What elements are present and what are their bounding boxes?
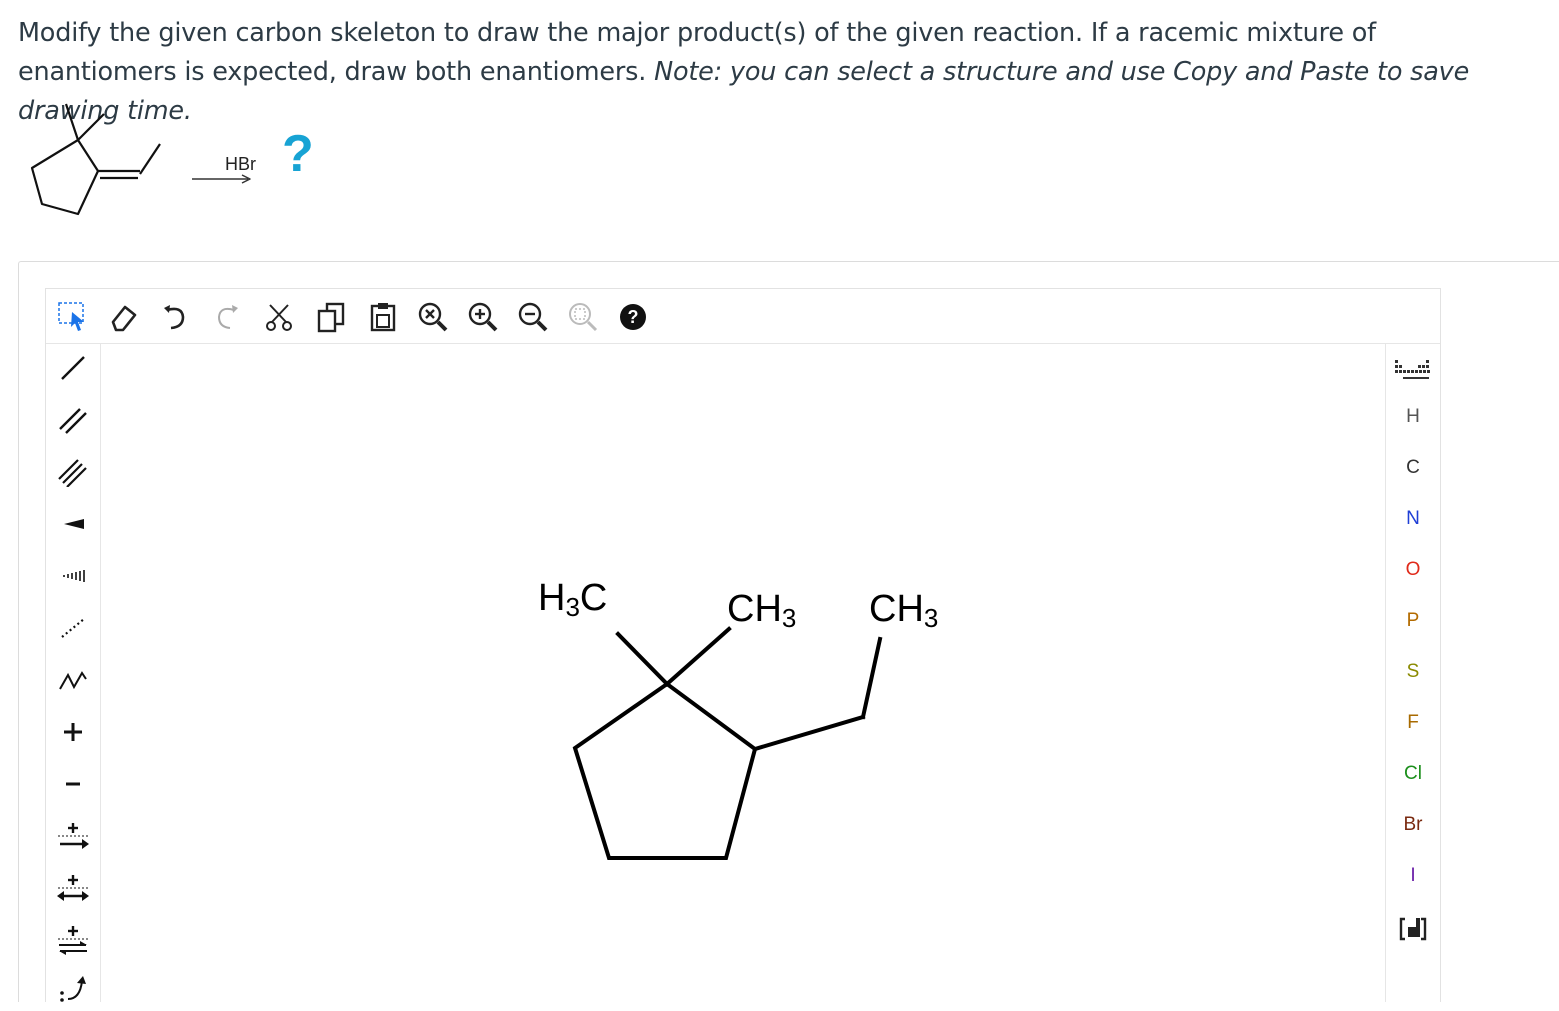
atom-subscript: 3 [923,603,939,633]
element-H-button[interactable]: H [1386,397,1440,437]
reaction-arrow-icon [58,823,89,849]
template-icon [1399,917,1427,941]
element-C-button[interactable]: C [1386,448,1440,488]
left-toolbar [46,343,101,1002]
structure-editor: ? H C N O P S F Cl Br I H3C CH3 CH3 [45,288,1441,1002]
zoom-fit-button[interactable] [562,296,604,338]
methyl-label-right: CH3 [727,590,796,631]
element-label: F [1407,712,1419,733]
element-S-button[interactable]: S [1386,652,1440,692]
undo-button[interactable] [154,296,196,338]
element-toolbar: H C N O P S F Cl Br I [1385,343,1440,1002]
top-toolbar: ? [46,289,1440,344]
single-bond-icon [61,356,85,380]
hash-bond-icon [63,570,85,582]
element-label: I [1410,865,1416,886]
methyl-label-left: H3C [538,579,607,620]
negative-charge-icon [66,782,80,786]
zoom-out-icon [518,302,548,332]
eraser-icon [111,305,137,332]
reaction-arrow-button[interactable] [50,813,96,859]
element-P-button[interactable]: P [1386,601,1440,641]
eraser-button[interactable] [102,296,144,338]
atom-text: CH [869,588,924,630]
equilibrium-arrow-button[interactable] [50,917,96,963]
cut-icon [266,304,292,331]
reaction-scheme: HBr ? [20,96,340,226]
element-label: N [1406,508,1420,529]
zoom-fit-icon [569,303,598,332]
atom-text: C [579,577,608,619]
zoom-in-icon [468,302,498,332]
periodic-table-button[interactable] [1386,349,1440,389]
double-bond-button[interactable] [50,397,96,443]
positive-charge-icon [64,723,82,741]
atom-text: H [538,577,566,619]
element-label: S [1406,661,1420,682]
element-label: H [1406,406,1420,427]
dashed-bond-button[interactable] [50,605,96,651]
negative-charge-button[interactable] [50,761,96,807]
element-label: C [1406,457,1420,478]
element-F-button[interactable]: F [1386,703,1440,743]
electron-arrow-icon [60,976,86,1002]
triple-bond-button[interactable] [50,449,96,495]
chain-icon [59,671,87,690]
reagent-label: HBr [225,154,256,174]
atom-subscript: 3 [565,592,580,622]
periodic-table-icon [1395,360,1430,379]
element-N-button[interactable]: N [1386,499,1440,539]
select-tool-button[interactable] [52,296,94,338]
copy-icon [317,302,345,333]
element-O-button[interactable]: O [1386,550,1440,590]
atom-text: CH [727,588,782,630]
undo-icon [164,305,185,330]
copy-button[interactable] [310,296,352,338]
drawing-canvas[interactable]: H3C CH3 CH3 [101,344,1385,1002]
product-question-mark: ? [282,125,314,183]
redo-button[interactable] [206,296,248,338]
zoom-out-button[interactable] [512,296,554,338]
atom-subscript: 3 [781,603,797,633]
double-bond-icon [59,408,87,434]
zoom-clear-icon [418,302,448,332]
element-label: O [1405,559,1421,580]
element-label: P [1406,610,1420,631]
paste-icon [370,303,396,332]
template-button[interactable] [1386,909,1440,949]
help-button[interactable]: ? [612,296,654,338]
svg-text:?: ? [628,307,639,327]
dashed-bond-icon [61,618,85,638]
positive-charge-button[interactable] [50,709,96,755]
molecule-skeleton [572,626,883,860]
hash-bond-button[interactable] [50,553,96,599]
triple-bond-icon [58,459,87,487]
electron-arrow-button[interactable] [50,965,96,1011]
select-tool-icon [58,302,84,331]
wedge-bond-icon [64,519,84,529]
element-I-button[interactable]: I [1386,856,1440,896]
single-bond-button[interactable] [50,345,96,391]
wedge-bond-button[interactable] [50,501,96,547]
equilibrium-arrow-icon [58,926,88,955]
help-icon: ? [620,304,646,330]
chain-button[interactable] [50,657,96,703]
redo-icon [217,305,238,329]
element-Cl-button[interactable]: Cl [1386,754,1440,794]
ethyl-methyl-label: CH3 [869,590,938,631]
element-label: Br [1403,814,1423,835]
zoom-in-button[interactable] [462,296,504,338]
cut-button[interactable] [258,296,300,338]
resonance-arrow-button[interactable] [50,865,96,911]
paste-button[interactable] [362,296,404,338]
resonance-arrow-icon [57,875,89,901]
element-Br-button[interactable]: Br [1386,805,1440,845]
element-label: Cl [1404,763,1422,784]
zoom-clear-button[interactable] [412,296,454,338]
